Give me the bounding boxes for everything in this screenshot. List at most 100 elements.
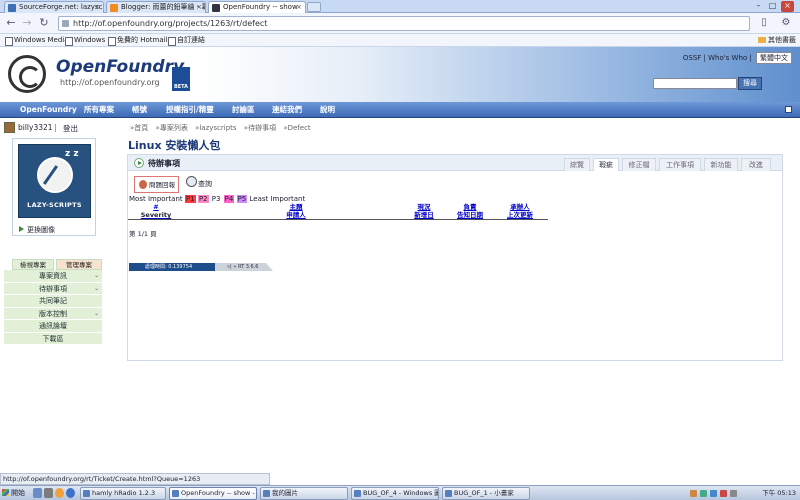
breadcrumb-project[interactable]: »lazyscripts — [195, 124, 237, 132]
tab-improvement[interactable]: 改進 — [741, 158, 771, 171]
close-tab-icon[interactable]: × — [196, 2, 202, 13]
browser-tab-sourceforge[interactable]: SourceForge.net: lazyscripts... × — [4, 1, 104, 13]
section-title: 待辦事項 — [148, 159, 180, 168]
sidebar-item-project-info[interactable]: 專案資訊 ⌄ — [4, 270, 102, 283]
tray-icon[interactable] — [690, 490, 697, 497]
column-number-severity[interactable]: # Severity — [134, 203, 178, 219]
chevron-down-icon: ⌄ — [93, 272, 99, 279]
clock[interactable]: 下午 05:13 — [762, 487, 796, 500]
priority-p4: P4 — [223, 195, 235, 203]
breadcrumb-home[interactable]: »首頁 — [130, 124, 148, 132]
chrome-icon[interactable] — [66, 488, 75, 498]
sidebar-item-wiki[interactable]: 共同筆記 — [4, 295, 102, 308]
report-issue-button[interactable]: 問題回報 — [134, 176, 179, 193]
volume-icon[interactable] — [730, 490, 737, 497]
openfoundry-logo-icon[interactable] — [8, 55, 46, 93]
play-icon — [134, 158, 144, 168]
tray-icon[interactable] — [720, 490, 727, 497]
column-owner-told[interactable]: 負責 告知日期 — [448, 203, 492, 219]
nav-help[interactable]: 說明 — [320, 102, 335, 118]
language-select[interactable]: 繁體中文 — [756, 52, 792, 64]
bookmark-custom-links[interactable]: 自訂連結 — [168, 36, 205, 46]
project-logo: z z LAZY-SCRIPTS — [18, 144, 91, 218]
task-openfoundry[interactable]: OpenFoundry -- show - G... — [169, 487, 257, 500]
sidebar-item-vcs[interactable]: 版本控制 ⌄ — [4, 307, 102, 320]
bookmark-hotmail[interactable]: 免費的 Hotmail — [108, 36, 168, 46]
sidebar-item-label: 通訊論壇 — [39, 322, 67, 330]
expand-icon[interactable] — [785, 106, 792, 113]
column-label: 申請人 — [286, 211, 306, 219]
column-assignee-updated[interactable]: 承辦人 上次更新 — [498, 203, 542, 219]
page-icon — [62, 20, 69, 27]
reload-icon[interactable]: ↻ — [37, 17, 51, 30]
sidebar-item-forum[interactable]: 通訊論壇 — [4, 320, 102, 333]
page-menu-icon[interactable]: ▯ — [757, 17, 771, 30]
tab-overview[interactable]: 綜覽 — [564, 158, 590, 171]
search-button[interactable]: 搜尋 — [738, 77, 762, 90]
column-label: 新增日 — [414, 211, 434, 219]
page-info: 第 1/1 頁 — [129, 230, 157, 238]
browser-tab-blogger[interactable]: Blogger: 雨蕾的鉛筆繪 - 幕... × — [106, 1, 206, 13]
firefox-icon[interactable] — [55, 488, 64, 498]
nav-contact[interactable]: 連結我們 — [272, 102, 302, 118]
tab-patch[interactable]: 修正檔 — [622, 158, 656, 171]
column-label: 主題 — [289, 203, 303, 211]
tab-task[interactable]: 工作事項 — [659, 158, 701, 171]
breadcrumb-project-list[interactable]: »專案列表 — [156, 124, 188, 132]
logout-link[interactable]: 登出 — [63, 123, 78, 134]
sidebar-item-downloads[interactable]: 下載區 — [4, 332, 102, 345]
nav-account[interactable]: 帳號 — [132, 102, 147, 118]
address-text: http://of.openfoundry.org/projects/1263/… — [73, 19, 268, 28]
show-desktop-icon[interactable] — [33, 488, 42, 498]
beta-badge-icon: BETA — [172, 67, 190, 91]
back-arrow-icon[interactable]: ← — [4, 17, 18, 30]
column-subject-requestor[interactable]: 主題 申請人 — [274, 203, 318, 219]
nav-openfoundry[interactable]: OpenFoundry — [20, 102, 77, 118]
new-tab-button[interactable] — [307, 2, 321, 12]
bookmark-windows-media[interactable]: Windows Media — [5, 36, 69, 46]
tab-view-project[interactable]: 檢視專案 — [12, 259, 54, 270]
close-tab-icon[interactable]: × — [296, 2, 302, 13]
processing-time: 處理時間: 0.139754 — [129, 263, 215, 271]
priority-legend: Most Important P1 P2 P3 P4 P5 Least Impo… — [129, 195, 305, 203]
site-logo-title[interactable]: OpenFoundry — [56, 57, 184, 77]
column-status-created[interactable]: 現況 新增日 — [404, 203, 444, 219]
bookmark-windows[interactable]: Windows — [65, 36, 105, 46]
minimize-window-button[interactable]: – — [752, 1, 765, 12]
quicklaunch-icon[interactable] — [44, 488, 53, 498]
openfoundry-favicon-icon — [212, 4, 220, 12]
forward-arrow-icon[interactable]: → — [20, 17, 34, 30]
task-my-pictures[interactable]: 我的圖片 — [260, 487, 348, 500]
site-search-input[interactable] — [653, 78, 737, 89]
change-image-link[interactable]: 更換圖像 — [19, 225, 55, 235]
address-bar[interactable]: http://of.openfoundry.org/projects/1263/… — [58, 16, 750, 31]
sidebar-item-tickets[interactable]: 待辦事項 ⌄ — [4, 282, 102, 295]
close-window-button[interactable]: × — [781, 1, 794, 12]
tab-title: Blogger: 雨蕾的鉛筆繪 - 幕... — [121, 3, 206, 11]
user-bar: billy3321 | 登出 »首頁 »專案列表 »lazyscripts »待… — [0, 118, 800, 136]
task-bug-of-1[interactable]: BUG_OF_1 - 小畫家 — [442, 487, 530, 500]
nav-all-projects[interactable]: 所有專案 — [84, 102, 114, 118]
tab-defect[interactable]: 瑕疵 — [593, 158, 619, 171]
column-label: 負責 — [463, 203, 477, 211]
wrench-menu-icon[interactable]: ⚙ — [779, 17, 793, 30]
other-bookmarks[interactable]: 其他書籤 — [758, 36, 796, 45]
nav-forum[interactable]: 討論區 — [232, 102, 255, 118]
maximize-window-button[interactable]: □ — [766, 1, 779, 12]
tray-icon[interactable] — [710, 490, 717, 497]
start-button[interactable]: 開始 — [1, 487, 30, 499]
close-tab-icon[interactable]: × — [94, 2, 100, 13]
tray-icon[interactable] — [700, 490, 707, 497]
priority-p5: P5 — [236, 195, 248, 203]
nav-license-guide[interactable]: 授權指引/精靈 — [166, 102, 214, 118]
breadcrumb-tickets[interactable]: »待辦事項 — [244, 124, 276, 132]
tab-manage-project[interactable]: 管理專案 — [56, 259, 102, 270]
username[interactable]: billy3321 — [18, 123, 53, 132]
tab-feature[interactable]: 新功能 — [704, 158, 738, 171]
task-radio[interactable]: hamly hRadio 1.2.3 — [80, 487, 166, 500]
top-links-text[interactable]: OSSF | Who's Who | — [683, 54, 752, 62]
user-separator: | — [54, 123, 57, 132]
query-link[interactable]: 查詢 — [186, 176, 212, 189]
sourceforge-favicon-icon — [8, 4, 16, 12]
task-bug-of-4[interactable]: BUG_OF_4 - Windows 圖... — [351, 487, 439, 500]
